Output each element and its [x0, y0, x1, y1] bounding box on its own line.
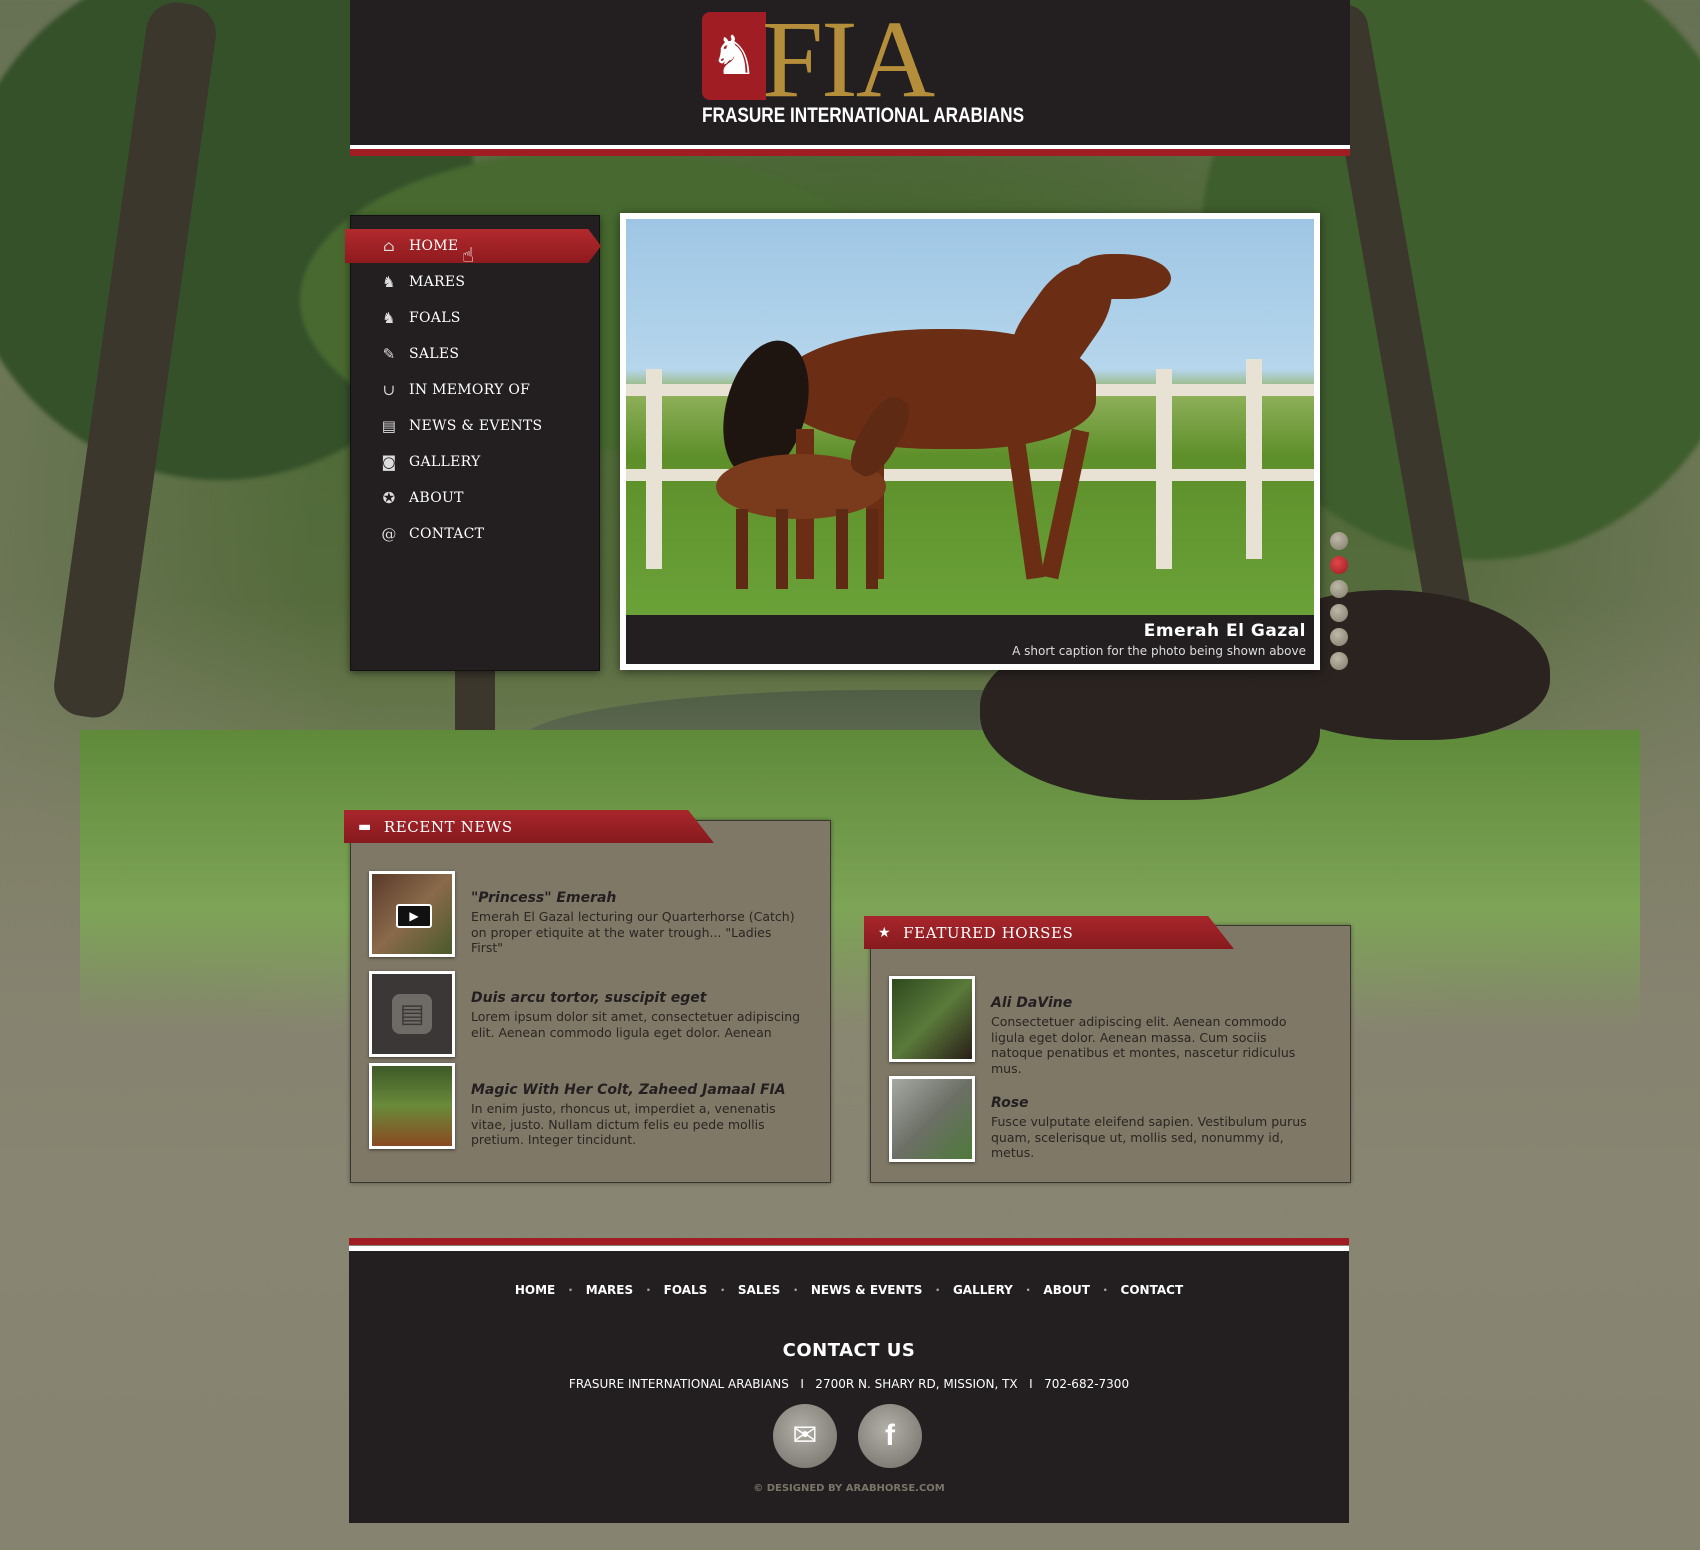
main-nav: ⌂ HOME ♞ MARES ♞ FOALS ✎ SALES ∪ IN MEMO… — [345, 215, 601, 671]
slider-dot[interactable] — [1330, 532, 1348, 550]
nav-item-label: HOME — [409, 238, 459, 254]
section-title: FEATURED HORSES — [903, 923, 1074, 942]
footer-link-contact[interactable]: CONTACT — [1121, 1283, 1184, 1297]
footer-link-about[interactable]: ABOUT — [1043, 1283, 1090, 1297]
slide-title: Emerah El Gazal — [1143, 621, 1306, 641]
play-icon[interactable]: ▶ — [396, 904, 432, 928]
news-title[interactable]: Duis arcu tortor, suscipit eget — [471, 990, 706, 1006]
horseshoe-icon: ∪ — [382, 381, 396, 399]
horse-thumbnail[interactable] — [889, 1076, 975, 1162]
contact-details: FRASURE INTERNATIONAL ARABIANS I 2700R N… — [568, 1377, 1130, 1391]
slide-subtitle: A short caption for the photo being show… — [1012, 644, 1306, 658]
nav-item-gallery[interactable]: ◙ GALLERY — [351, 445, 599, 479]
separator: · — [646, 1283, 651, 1297]
news-excerpt: Emerah El Gazal lecturing our Quarterhor… — [471, 909, 795, 955]
designer-credit[interactable]: © DESIGNED BY ARABHORSE.COM — [349, 1483, 1349, 1494]
recent-news-panel: ▶ "Princess" Emerah Emerah El Gazal lect… — [350, 820, 831, 1183]
footer-nav: HOME · MARES · FOALS · SALES · NEWS & EVENTS · GAL… — [349, 1283, 1349, 1297]
nav-item-foals[interactable]: ♞ FOALS — [351, 301, 599, 335]
news-title[interactable]: "Princess" Emerah — [471, 890, 616, 906]
logo-subtitle: FRASURE INTERNATIONAL ARABIANS — [702, 104, 1025, 127]
separator: · — [1025, 1283, 1031, 1297]
news-excerpt: Lorem ipsum dolor sit amet, consectetuer… — [471, 1009, 801, 1040]
slider-dot-active[interactable] — [1330, 556, 1348, 574]
slide-photo — [626, 219, 1314, 615]
hand-cursor-icon: ☝ — [462, 243, 475, 267]
footer-link-gallery[interactable]: GALLERY — [953, 1283, 1013, 1297]
separator: · — [1102, 1283, 1108, 1297]
footer-link-sales[interactable]: SALES — [738, 1283, 780, 1297]
news-thumbnail[interactable]: ▤ — [369, 971, 455, 1057]
nav-item-label: IN MEMORY OF — [409, 382, 531, 398]
separator: · — [720, 1283, 725, 1297]
nav-item-label: GALLERY — [409, 454, 481, 470]
nav-item-sales[interactable]: ✎ SALES — [351, 337, 599, 371]
site-logo[interactable]: ♞ FIA FRASURE INTERNATIONAL ARABIANS — [702, 4, 1025, 132]
separator: · — [793, 1283, 798, 1297]
horse-head-icon: ♞ — [382, 273, 396, 291]
slider-dot[interactable] — [1330, 652, 1348, 670]
star-badge-icon: ✪ — [382, 489, 396, 507]
email-icon[interactable]: ✉ — [773, 1404, 837, 1468]
nav-item-about[interactable]: ✪ ABOUT — [351, 481, 599, 515]
featured-horses-panel: Ali DaVine Consectetuer adipiscing elit.… — [870, 925, 1351, 1183]
nav-item-label: NEWS & EVENTS — [409, 418, 543, 434]
newspaper-icon: ▤ — [381, 417, 397, 435]
foal-icon: ♞ — [382, 309, 396, 327]
nav-item-label: SALES — [409, 346, 460, 362]
slider-pagination — [1330, 532, 1350, 676]
chat-bubble-icon: ▬ — [358, 818, 372, 835]
logo-text: FIA — [762, 0, 935, 120]
separator: · — [935, 1283, 940, 1297]
newspaper-icon: ▤ — [392, 994, 432, 1034]
horse-description: Fusce vulputate eleifend sapien. Vestibu… — [991, 1114, 1307, 1160]
horse-name[interactable]: Rose — [991, 1095, 1029, 1111]
nav-item-mares[interactable]: ♞ MARES — [351, 265, 599, 299]
nav-item-label: CONTACT — [409, 526, 485, 542]
slider-dot[interactable] — [1330, 628, 1348, 646]
news-thumbnail[interactable] — [369, 1063, 455, 1149]
horse-name[interactable]: Ali DaVine — [991, 995, 1072, 1011]
nav-item-in-memory-of[interactable]: ∪ IN MEMORY OF — [351, 373, 599, 407]
slide-caption: Emerah El Gazal A short caption for the … — [626, 615, 1314, 664]
slider-dot[interactable] — [1330, 604, 1348, 622]
horse-thumbnail[interactable] — [889, 976, 975, 1062]
nav-item-contact[interactable]: @ CONTACT — [351, 517, 599, 551]
news-title[interactable]: Magic With Her Colt, Zaheed Jamaal FIA — [471, 1082, 786, 1098]
image-slider[interactable]: Emerah El Gazal A short caption for the … — [620, 213, 1320, 670]
site-header: ♞ FIA FRASURE INTERNATIONAL ARABIANS — [350, 0, 1350, 156]
video-thumbnail[interactable]: ▶ — [369, 871, 455, 957]
site-footer: HOME · MARES · FOALS · SALES · NEWS & EVENTS · GAL… — [349, 1238, 1349, 1523]
footer-link-news-events[interactable]: NEWS & EVENTS — [811, 1283, 923, 1297]
nav-item-news-events[interactable]: ▤ NEWS & EVENTS — [351, 409, 599, 443]
footer-link-home[interactable]: HOME — [515, 1283, 555, 1297]
news-excerpt: In enim justo, rhoncus ut, imperdiet a, … — [471, 1101, 776, 1147]
section-title: RECENT NEWS — [383, 817, 513, 836]
featured-horses-heading: ★ FEATURED HORSES — [864, 916, 1234, 949]
footer-link-foals[interactable]: FOALS — [664, 1283, 708, 1297]
at-sign-icon: @ — [381, 525, 397, 543]
nav-item-label: FOALS — [409, 310, 461, 326]
horse-description: Consectetuer adipiscing elit. Aenean com… — [991, 1014, 1296, 1076]
horse-logo-icon: ♞ — [702, 12, 766, 100]
recent-news-heading: ▬ RECENT NEWS — [344, 810, 714, 843]
camera-icon: ◙ — [381, 453, 397, 471]
contact-heading: CONTACT US — [782, 1340, 916, 1361]
facebook-icon[interactable]: f — [858, 1404, 922, 1468]
nav-item-label: MARES — [409, 274, 466, 290]
home-icon: ⌂ — [383, 237, 395, 255]
slider-dot[interactable] — [1330, 580, 1348, 598]
footer-link-mares[interactable]: MARES — [586, 1283, 633, 1297]
nav-item-label: ABOUT — [409, 490, 464, 506]
separator: · — [568, 1283, 573, 1297]
tag-icon: ✎ — [382, 345, 396, 363]
star-icon: ★ — [878, 924, 892, 941]
